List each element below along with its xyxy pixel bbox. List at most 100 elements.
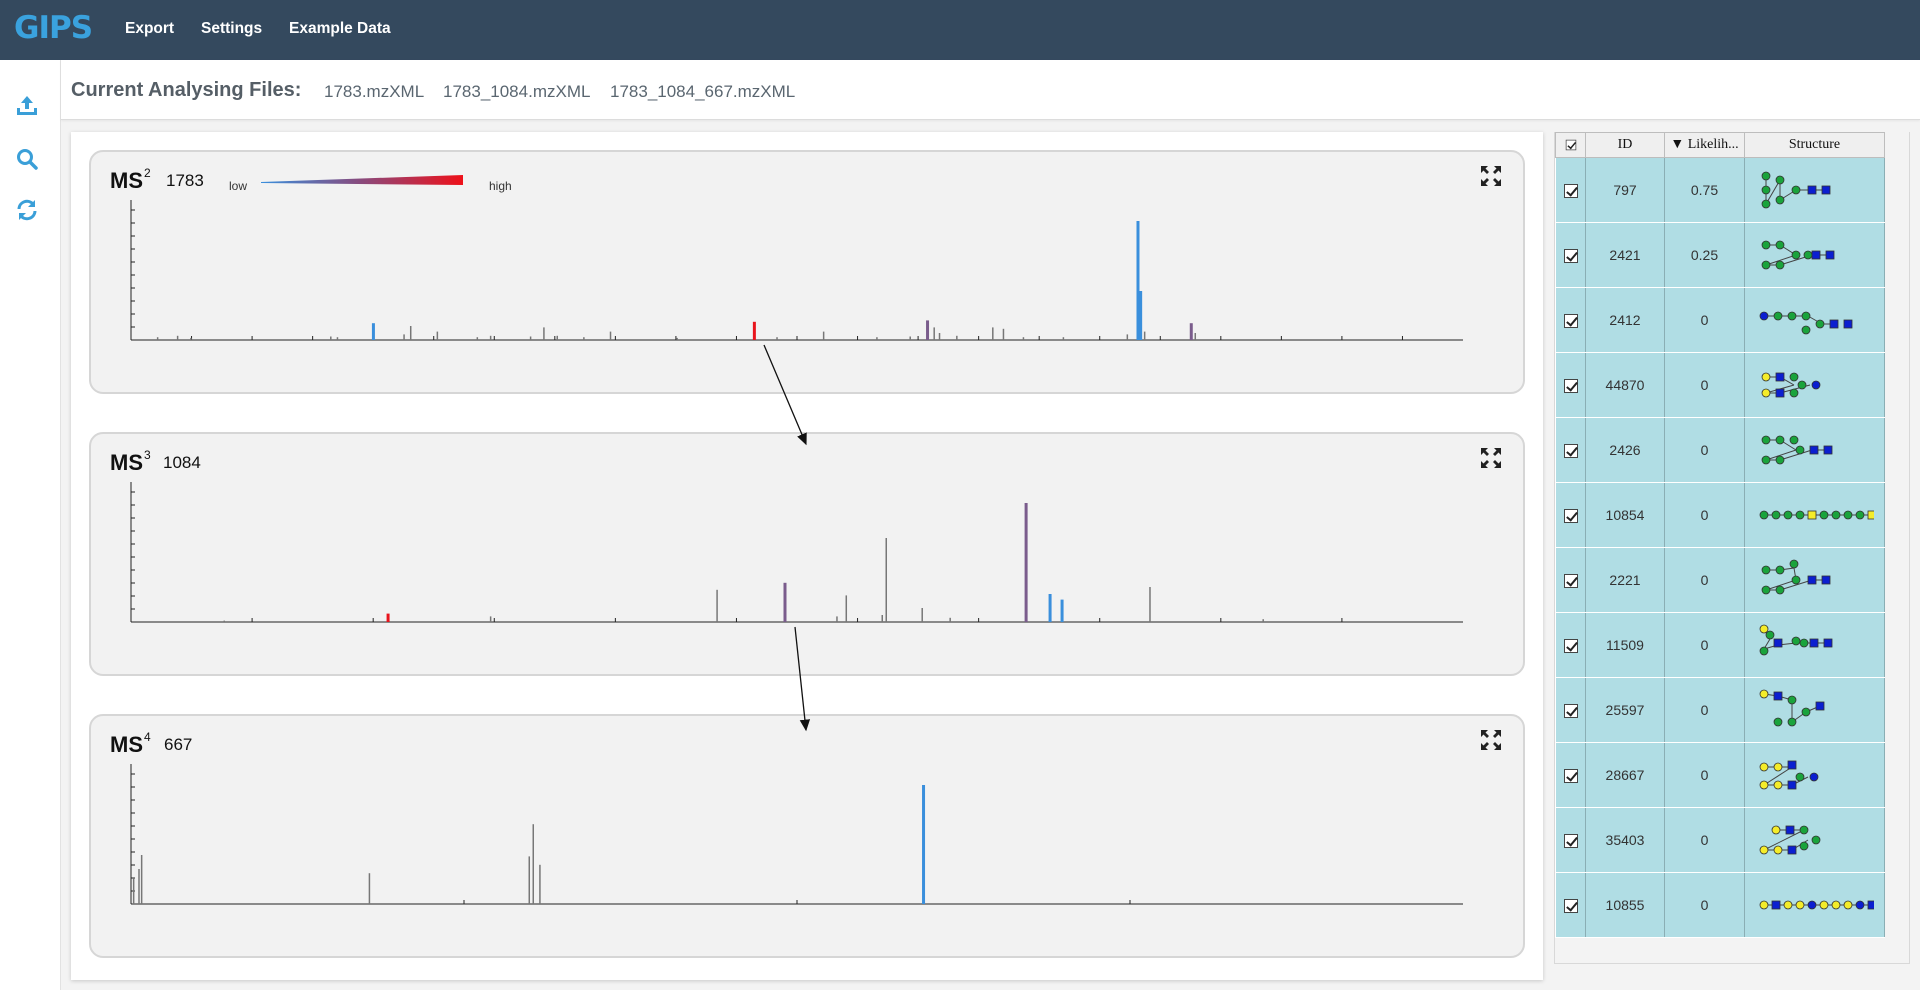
file-item[interactable]: 1783_1084.mzXML xyxy=(443,82,590,102)
upload-icon[interactable] xyxy=(14,93,40,119)
table-row[interactable]: 25597 0 xyxy=(1555,677,1885,743)
row-checkbox[interactable] xyxy=(1563,249,1578,264)
glycan-residue xyxy=(1759,900,1768,910)
row-checkbox-cell[interactable] xyxy=(1555,872,1586,938)
ms-level-label: MS3 xyxy=(110,448,151,475)
structure-id: 35403 xyxy=(1585,807,1665,873)
glycan-residue xyxy=(1775,175,1784,185)
row-checkbox[interactable] xyxy=(1563,314,1578,329)
glycan-residue xyxy=(1855,510,1864,520)
legend-high-label: high xyxy=(489,179,512,193)
structure-cell[interactable] xyxy=(1744,352,1885,418)
table-row[interactable]: 44870 0 xyxy=(1555,352,1885,418)
row-checkbox[interactable] xyxy=(1563,834,1578,849)
row-checkbox[interactable] xyxy=(1563,704,1578,719)
row-checkbox-cell[interactable] xyxy=(1555,807,1586,873)
table-row[interactable]: 10855 0 xyxy=(1555,872,1885,938)
nav-export-link[interactable]: Export xyxy=(125,20,174,38)
glycan-structure-11[interactable] xyxy=(1756,818,1874,862)
ms4-spectrum-plot[interactable] xyxy=(129,764,1489,916)
table-row[interactable]: 11509 0 xyxy=(1555,612,1885,678)
row-checkbox[interactable] xyxy=(1563,184,1578,199)
glycan-structure-1[interactable] xyxy=(1756,168,1874,212)
row-checkbox-cell[interactable] xyxy=(1555,352,1586,418)
glycan-residue xyxy=(1761,260,1770,270)
glycan-structure-8[interactable] xyxy=(1756,623,1874,667)
glycan-residue xyxy=(1829,319,1838,329)
row-checkbox[interactable] xyxy=(1563,639,1578,654)
refresh-icon[interactable] xyxy=(14,197,40,223)
glycan-structure-4[interactable] xyxy=(1756,363,1874,407)
table-row[interactable]: 10854 0 xyxy=(1555,482,1885,548)
expand-icon[interactable] xyxy=(1479,164,1503,188)
row-checkbox[interactable] xyxy=(1563,509,1578,524)
glycan-structure-2[interactable] xyxy=(1756,233,1874,277)
row-checkbox-cell[interactable] xyxy=(1555,222,1586,288)
file-item[interactable]: 1783_1084_667.mzXML xyxy=(610,82,795,102)
glycan-residue xyxy=(1795,510,1804,520)
row-checkbox[interactable] xyxy=(1563,444,1578,459)
nav-example-data-link[interactable]: Example Data xyxy=(289,20,391,38)
row-checkbox-cell[interactable] xyxy=(1555,157,1586,223)
table-row[interactable]: 2412 0 xyxy=(1555,287,1885,353)
precursor-mass: 1084 xyxy=(163,453,201,472)
structure-cell[interactable] xyxy=(1744,417,1885,483)
nav-settings-link[interactable]: Settings xyxy=(201,20,262,38)
glycan-structure-6[interactable] xyxy=(1756,493,1874,537)
glycan-structure-5[interactable] xyxy=(1756,428,1874,472)
expand-icon[interactable] xyxy=(1479,728,1503,752)
app-logo[interactable]: GIPS xyxy=(14,10,93,46)
glycan-structure-9[interactable] xyxy=(1756,688,1874,732)
ms3-spectrum-plot[interactable] xyxy=(129,482,1489,634)
expand-icon[interactable] xyxy=(1479,446,1503,470)
row-checkbox[interactable] xyxy=(1563,769,1578,784)
id-column-header[interactable]: ID xyxy=(1585,132,1665,158)
row-checkbox-cell[interactable] xyxy=(1555,547,1586,613)
structure-cell[interactable] xyxy=(1744,547,1885,613)
likelihood-column-header[interactable]: ▼ Likelih... xyxy=(1664,132,1745,158)
structure-id: 2426 xyxy=(1585,417,1665,483)
glycan-structure-7[interactable] xyxy=(1756,558,1874,602)
table-row[interactable]: 28667 0 xyxy=(1555,742,1885,808)
row-checkbox-cell[interactable] xyxy=(1555,287,1586,353)
row-checkbox[interactable] xyxy=(1563,899,1578,914)
search-icon[interactable] xyxy=(14,146,40,172)
row-checkbox-cell[interactable] xyxy=(1555,677,1586,743)
file-item[interactable]: 1783.mzXML xyxy=(324,82,424,102)
structure-cell[interactable] xyxy=(1744,157,1885,223)
select-all-checkbox[interactable] xyxy=(1565,139,1576,151)
table-row[interactable]: 2426 0 xyxy=(1555,417,1885,483)
legend-low-label: low xyxy=(229,179,248,193)
structure-cell[interactable] xyxy=(1744,872,1885,938)
structure-cell[interactable] xyxy=(1744,482,1885,548)
likelihood-value: 0 xyxy=(1664,807,1745,873)
structure-cell[interactable] xyxy=(1744,612,1885,678)
glycan-structure-10[interactable] xyxy=(1756,753,1874,797)
glycan-structure-12[interactable] xyxy=(1756,883,1874,927)
row-checkbox-cell[interactable] xyxy=(1555,612,1586,678)
table-row[interactable]: 797 0.75 xyxy=(1555,157,1885,223)
table-row[interactable]: 2221 0 xyxy=(1555,547,1885,613)
row-checkbox-cell[interactable] xyxy=(1555,417,1586,483)
ms2-spectrum-plot[interactable] xyxy=(129,200,1489,352)
select-all-header[interactable] xyxy=(1555,132,1586,158)
structure-cell[interactable] xyxy=(1744,222,1885,288)
row-checkbox[interactable] xyxy=(1563,379,1578,394)
glycan-residue xyxy=(1761,565,1770,575)
table-row[interactable]: 35403 0 xyxy=(1555,807,1885,873)
glycan-residue xyxy=(1801,707,1810,717)
structure-column-header[interactable]: Structure xyxy=(1744,132,1885,158)
structure-cell[interactable] xyxy=(1744,742,1885,808)
structure-cell[interactable] xyxy=(1744,287,1885,353)
glycan-residue xyxy=(1867,510,1874,520)
ms4-spectrum-card: MS4 667 xyxy=(89,714,1525,958)
structure-cell[interactable] xyxy=(1744,677,1885,743)
glycan-residue xyxy=(1819,510,1828,520)
glycan-structure-3[interactable] xyxy=(1756,298,1874,342)
row-checkbox[interactable] xyxy=(1563,574,1578,589)
row-checkbox-cell[interactable] xyxy=(1555,482,1586,548)
structure-cell[interactable] xyxy=(1744,807,1885,873)
glycan-residue xyxy=(1801,311,1810,321)
table-row[interactable]: 2421 0.25 xyxy=(1555,222,1885,288)
row-checkbox-cell[interactable] xyxy=(1555,742,1586,808)
